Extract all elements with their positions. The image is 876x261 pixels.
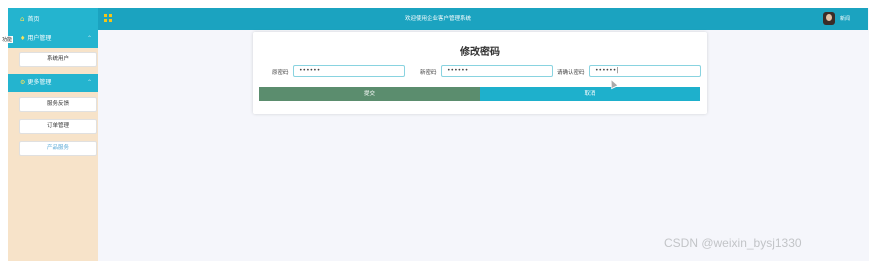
chevron-icon: ⌃ <box>86 35 92 42</box>
sidebar-item-order-management[interactable]: 订单管理 <box>19 119 97 134</box>
old-password-label: 原密码 <box>272 70 289 76</box>
submit-button[interactable]: 提交 <box>259 87 480 101</box>
user-name[interactable]: 新闻 <box>840 8 850 30</box>
floating-label: 功能 <box>1 36 14 43</box>
sidebar-group-user-management[interactable]: ♦ 用户管理 ⌃ <box>8 30 98 48</box>
sidebar: ♦ 用户管理 ⌃ 系统用户 ⚙ 更多管理 ⌃ 服务反馈 订单管理 产品服务 <box>8 30 98 261</box>
user-avatar[interactable] <box>823 12 835 25</box>
user-icon: ♦ <box>20 35 26 42</box>
new-password-input[interactable]: •••••• <box>441 65 553 77</box>
confirm-password-label: 请确认密码 <box>557 70 585 76</box>
sidebar-item-system-users[interactable]: 系统用户 <box>19 52 97 67</box>
page-title: 修改密码 <box>460 47 500 58</box>
sidebar-group-label: 用户管理 <box>27 35 52 42</box>
old-password-input[interactable]: •••••• <box>293 65 405 77</box>
top-bar: ⌂ 首页 欢迎使用企业客户管理系统 新闻 <box>8 8 868 30</box>
new-password-label: 新密码 <box>420 70 437 76</box>
watermark: CSDN @weixin_bysj1330 <box>664 236 802 250</box>
sidebar-group-label: 更多管理 <box>27 79 52 86</box>
sidebar-item-service-feedback[interactable]: 服务反馈 <box>19 97 97 112</box>
cancel-button[interactable]: 取消 <box>480 87 700 101</box>
sidebar-item-product-service[interactable]: 产品服务 <box>19 141 97 156</box>
system-title: 欢迎使用企业客户管理系统 <box>404 16 471 22</box>
chevron-icon: ⌃ <box>86 79 92 86</box>
confirm-password-input[interactable]: ••••••| <box>589 65 701 77</box>
sidebar-group-more-management[interactable]: ⚙ 更多管理 ⌃ <box>8 74 98 92</box>
settings-icon: ⚙ <box>20 79 26 86</box>
